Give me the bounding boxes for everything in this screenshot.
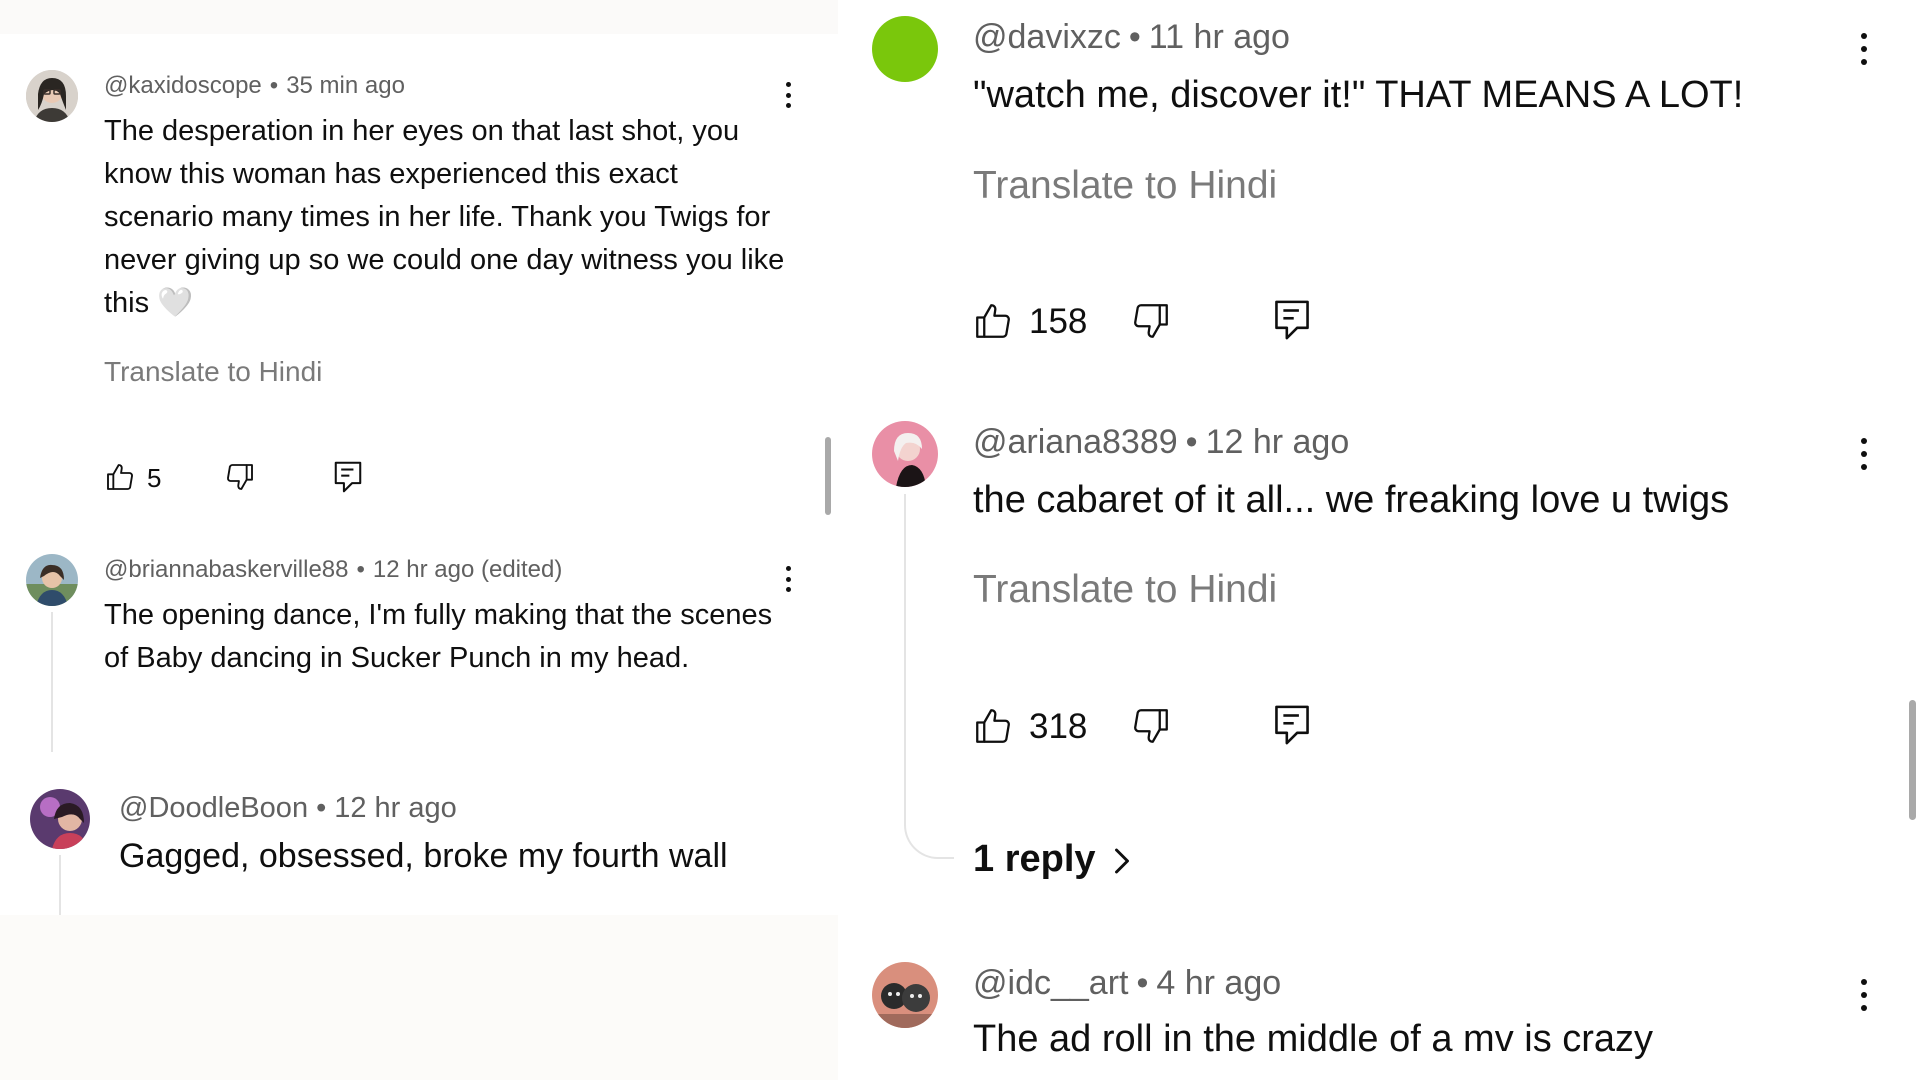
more-vertical-icon[interactable] (1857, 979, 1871, 1011)
chevron-right-icon (1111, 846, 1133, 881)
comment-text: Gagged, obsessed, broke my fourth wall (119, 837, 728, 875)
comment-meta: @idc__art • 4 hr ago (973, 964, 1281, 1003)
separator-dot: • (1128, 18, 1141, 56)
like-count: 318 (1029, 707, 1088, 746)
thread-line (59, 855, 61, 915)
comment-meta: @kaxidoscope • 35 min ago (104, 72, 405, 100)
author-handle[interactable]: @briannabaskerville88 (104, 556, 349, 583)
timestamp[interactable]: 12 hr ago (1206, 423, 1350, 461)
timestamp[interactable]: 11 hr ago (1149, 18, 1290, 56)
timestamp[interactable]: 12 hr ago (edited) (373, 556, 562, 583)
thumbs-up-icon[interactable] (972, 300, 1014, 347)
avatar[interactable] (872, 962, 938, 1028)
top-strip (0, 0, 838, 34)
translate-link[interactable]: Translate to Hindi (973, 164, 1277, 208)
comment-text: The desperation in her eyes on that last… (104, 115, 785, 319)
reply-comment-icon[interactable] (333, 460, 363, 499)
thumbs-down-icon[interactable] (224, 461, 256, 498)
more-vertical-icon[interactable] (1857, 438, 1871, 470)
author-handle[interactable]: @davixzc (973, 18, 1121, 56)
timestamp[interactable]: 35 min ago (286, 72, 405, 99)
avatar[interactable] (26, 554, 78, 606)
like-count: 5 (147, 463, 162, 493)
avatar[interactable] (30, 789, 90, 849)
timestamp[interactable]: 12 hr ago (334, 792, 457, 824)
comment-text: the cabaret of it all... we freaking lov… (973, 479, 1730, 521)
separator-dot: • (269, 72, 279, 99)
like-count: 158 (1029, 302, 1088, 341)
reply-comment-icon[interactable] (1273, 298, 1311, 347)
thumbs-up-icon[interactable] (104, 461, 136, 498)
avatar[interactable] (872, 16, 938, 82)
separator-dot: • (1185, 423, 1198, 461)
translate-link[interactable]: Translate to Hindi (973, 568, 1277, 612)
separator-dot: • (1136, 964, 1149, 1002)
comment-meta: @davixzc • 11 hr ago (973, 18, 1290, 57)
separator-dot: • (316, 792, 327, 824)
author-handle[interactable]: @DoodleBoon (119, 792, 308, 824)
thread-line (51, 612, 53, 752)
thread-line (904, 494, 954, 859)
author-handle[interactable]: @kaxidoscope (104, 72, 262, 99)
author-handle[interactable]: @ariana8389 (973, 423, 1178, 461)
comment-meta: @ariana8389 • 12 hr ago (973, 423, 1349, 462)
view-replies-button[interactable]: 1 reply (973, 838, 1133, 888)
reply-comment-icon[interactable] (1273, 703, 1311, 752)
thumbs-up-icon[interactable] (972, 705, 1014, 752)
separator-dot: • (356, 556, 365, 583)
more-vertical-icon[interactable] (782, 82, 794, 108)
more-vertical-icon[interactable] (1857, 33, 1871, 65)
comment-meta: @DoodleBoon • 12 hr ago (119, 792, 457, 825)
comment-text: "watch me, discover it!" THAT MEANS A LO… (973, 74, 1744, 116)
scrollbar[interactable] (825, 437, 831, 515)
comment-meta: @briannabaskerville88 • 12 hr ago (edited) (104, 556, 562, 584)
more-vertical-icon[interactable] (782, 566, 794, 592)
right-comments-panel: @davixzc • 11 hr ago "watch me, discover i… (838, 0, 1920, 1080)
translate-link[interactable]: Translate to Hindi (104, 356, 322, 388)
comment-text: The ad roll in the middle of a mv is cra… (973, 1018, 1654, 1060)
thumbs-down-icon[interactable] (1130, 300, 1172, 347)
thumbs-down-icon[interactable] (1130, 705, 1172, 752)
empty-area (0, 915, 838, 1080)
scrollbar[interactable] (1909, 700, 1916, 820)
reply-count: 1 reply (973, 838, 1096, 880)
avatar[interactable] (872, 421, 938, 487)
comment-text: The opening dance, I'm fully making that… (104, 599, 773, 674)
left-comments-panel: @kaxidoscope • 35 min ago The desperation … (0, 0, 838, 1080)
author-handle[interactable]: @idc__art (973, 964, 1128, 1002)
timestamp[interactable]: 4 hr ago (1156, 964, 1281, 1002)
avatar[interactable] (26, 70, 78, 122)
